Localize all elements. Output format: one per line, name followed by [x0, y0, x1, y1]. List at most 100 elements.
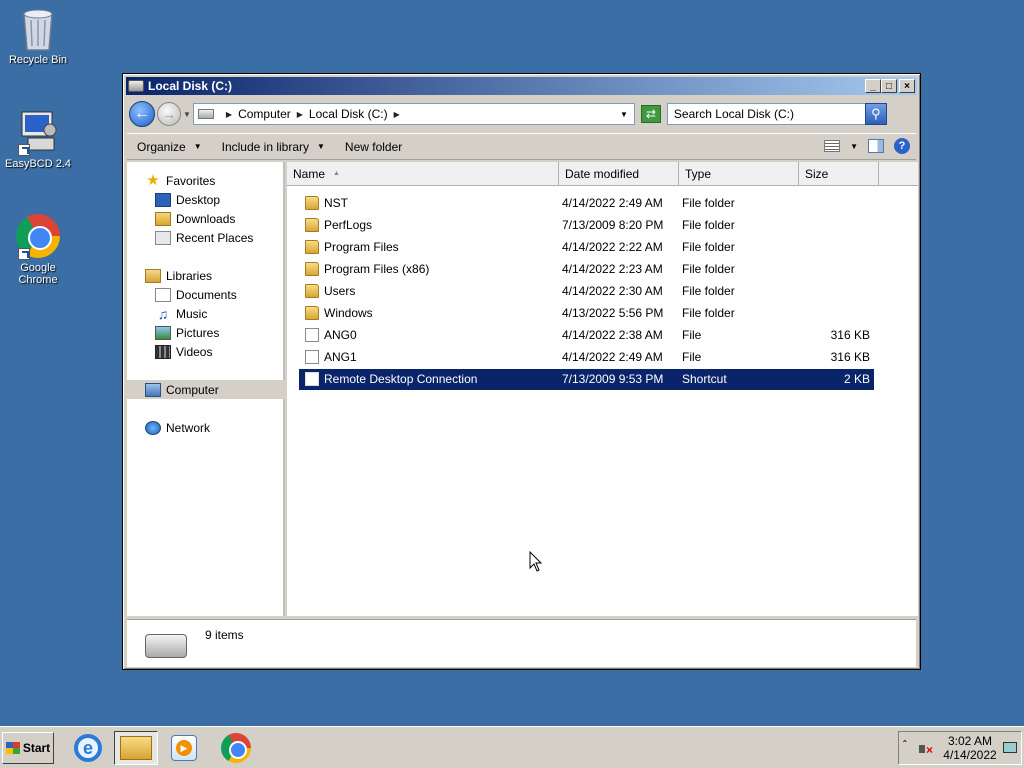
start-label: Start [22, 741, 51, 755]
file-icon [305, 328, 319, 342]
include-label: Include in library [221, 139, 309, 154]
table-row[interactable]: PerfLogs 7/13/2009 8:20 PM File folder [299, 215, 874, 236]
preview-pane-icon[interactable] [868, 139, 884, 153]
refresh-button[interactable]: ⇄ [640, 105, 661, 123]
include-in-library-button[interactable]: Include in library ▼ [212, 140, 335, 154]
nav-music[interactable]: ♫ Music [127, 304, 285, 323]
column-header-type[interactable]: Type [679, 162, 799, 186]
clock[interactable]: 3:02 AM 4/14/2022 [941, 734, 999, 762]
table-row[interactable]: Users 4/14/2022 2:30 AM File folder [299, 281, 874, 302]
internet-explorer-icon: e [74, 734, 102, 762]
easybcd-icon [16, 110, 60, 156]
desktop-icon [155, 192, 171, 207]
file-size: 316 KB [830, 350, 870, 364]
file-list: Name ▲ Date modified Type Size NST 4/14/2… [287, 162, 918, 616]
nav-downloads[interactable]: Downloads [127, 209, 285, 228]
search-input[interactable]: Search Local Disk (C:) ⚲ [666, 103, 887, 125]
sort-ascending-icon: ▲ [333, 170, 340, 177]
table-row[interactable]: Program Files (x86) 4/14/2022 2:23 AM File… [299, 259, 874, 280]
chevron-right-icon[interactable]: ▶ [226, 110, 232, 119]
chevron-down-icon: ▼ [193, 142, 202, 151]
nav-label: Recent Places [176, 230, 254, 245]
star-icon: ★ [146, 171, 160, 189]
file-date-modified: 4/14/2022 2:38 AM [562, 328, 663, 342]
close-button[interactable]: × [899, 79, 915, 93]
table-row[interactable]: ANG1 4/14/2022 2:49 AM File 316 KB [299, 347, 874, 368]
table-row[interactable]: Program Files 4/14/2022 2:22 AM File folde… [299, 237, 874, 258]
breadcrumb-computer[interactable]: Computer [238, 107, 291, 121]
desktop-icon-easybcd[interactable]: EasyBCD 2.4 [0, 110, 76, 170]
downloads-folder-icon [155, 211, 171, 226]
chevron-right-icon[interactable]: ▶ [297, 110, 303, 119]
column-header-filler [879, 162, 918, 186]
network-status-icon[interactable] [1003, 742, 1017, 753]
videos-icon [155, 344, 171, 359]
desktop-icon-recycle-bin[interactable]: Recycle Bin [0, 6, 76, 66]
column-header-date[interactable]: Date modified [559, 162, 679, 186]
start-button[interactable]: Start [2, 732, 54, 764]
taskbar-windows-explorer[interactable] [114, 731, 158, 765]
help-icon[interactable]: ? [894, 138, 910, 154]
nav-videos[interactable]: Videos [127, 342, 285, 361]
chevron-right-icon[interactable]: ▶ [394, 110, 400, 119]
navigation-pane: ★ Favorites Desktop Downloads Recent Pla… [127, 162, 285, 616]
taskbar-google-chrome[interactable] [214, 731, 258, 765]
nav-pictures[interactable]: Pictures [127, 323, 285, 342]
address-dropdown-icon[interactable]: ▼ [620, 110, 628, 119]
folder-icon [305, 306, 319, 320]
nav-recent-places[interactable]: Recent Places [127, 228, 285, 247]
table-row[interactable]: Windows 4/13/2022 5:56 PM File folder [299, 303, 874, 324]
folder-icon [305, 218, 319, 232]
back-button[interactable]: ← [129, 101, 155, 127]
nav-favorites[interactable]: ★ Favorites [127, 171, 285, 190]
breadcrumb-local-disk[interactable]: Local Disk (C:) [309, 107, 388, 121]
minimize-button[interactable]: _ [865, 79, 881, 93]
recent-pages-dropdown[interactable]: ▼ [183, 110, 191, 119]
libraries-icon [145, 268, 161, 283]
table-row[interactable]: ANG0 4/14/2022 2:38 AM File 316 KB [299, 325, 874, 346]
column-label: Size [805, 166, 829, 181]
column-header-size[interactable]: Size [799, 162, 879, 186]
column-header-name[interactable]: Name ▲ [287, 162, 559, 186]
change-view-icon[interactable] [824, 140, 841, 152]
nav-label: Music [176, 306, 208, 321]
chevron-down-icon: ▼ [317, 142, 325, 151]
organize-button[interactable]: Organize ▼ [127, 140, 212, 154]
file-date-modified: 4/13/2022 5:56 PM [562, 306, 664, 320]
maximize-button[interactable]: □ [881, 79, 897, 93]
taskbar-media-player[interactable]: ▶ [162, 731, 206, 765]
file-type: Shortcut [682, 372, 727, 386]
network-icon [145, 420, 161, 435]
file-icon [305, 372, 319, 386]
command-bar: Organize ▼ Include in library ▼ New fold… [127, 133, 916, 160]
file-name: Windows [324, 306, 373, 320]
address-bar[interactable]: ▶ Computer ▶ Local Disk (C:) ▶ ▼ [192, 103, 635, 125]
file-name: Users [324, 284, 356, 298]
clock-time: 3:02 AM [947, 734, 993, 748]
table-row[interactable]: Remote Desktop Connection 7/13/2009 9:53 … [299, 369, 874, 390]
desktop-icon-google-chrome[interactable]: Google Chrome [0, 214, 76, 286]
file-date-modified: 7/13/2009 9:53 PM [562, 372, 664, 386]
nav-computer[interactable]: Computer [127, 380, 285, 399]
search-icon[interactable]: ⚲ [864, 103, 887, 125]
volume-muted-icon[interactable] [919, 742, 933, 757]
show-hidden-icons-icon[interactable]: ˆ [903, 740, 906, 751]
table-row[interactable]: NST 4/14/2022 2:49 AM File folder [299, 193, 874, 214]
shortcut-arrow-icon [18, 248, 30, 260]
file-type: File folder [682, 218, 735, 232]
nav-libraries[interactable]: Libraries [127, 266, 285, 285]
explorer-window: Local Disk (C:) _ □ × ← → ▼ ▶ Computer ▶… [122, 73, 921, 670]
nav-label: Pictures [176, 325, 220, 340]
nav-documents[interactable]: Documents [127, 285, 285, 304]
new-folder-button[interactable]: New folder [335, 140, 412, 154]
title-bar[interactable]: Local Disk (C:) _ □ × [126, 77, 917, 95]
nav-label: Network [166, 420, 211, 435]
forward-button[interactable]: → [157, 102, 181, 126]
chrome-icon [221, 733, 251, 763]
nav-network[interactable]: Network [127, 418, 285, 437]
taskbar-internet-explorer[interactable]: e [66, 731, 110, 765]
nav-desktop[interactable]: Desktop [127, 190, 285, 209]
nav-label: Videos [176, 344, 213, 359]
item-count: 9 items [205, 628, 244, 642]
views-dropdown-icon[interactable]: ▼ [850, 142, 858, 151]
